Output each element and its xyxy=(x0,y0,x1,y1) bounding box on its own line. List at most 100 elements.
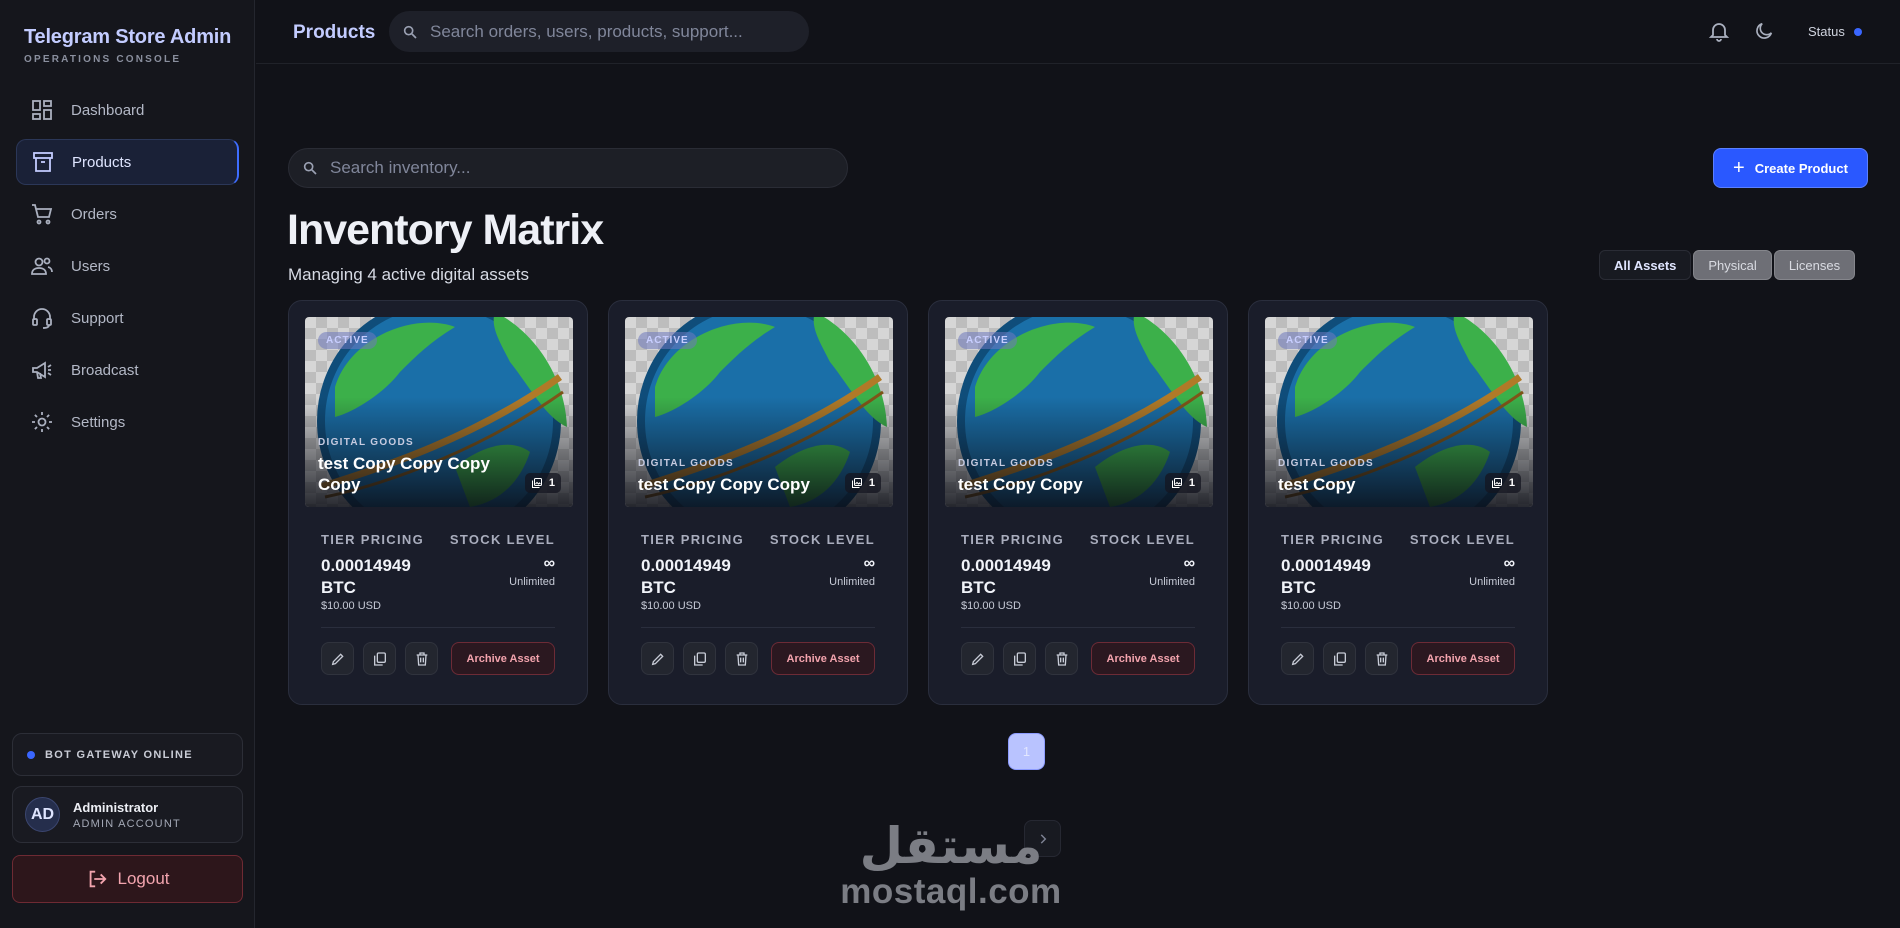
global-search-input[interactable]: Search orders, users, products, support.… xyxy=(389,11,809,52)
status-badge: ACTIVE xyxy=(318,332,377,349)
stock-text: Unlimited xyxy=(1469,576,1515,588)
duplicate-button[interactable] xyxy=(363,642,396,675)
sidebar-item-broadcast[interactable]: Broadcast xyxy=(16,347,239,393)
search-icon xyxy=(403,25,417,39)
copy-icon xyxy=(1333,651,1346,666)
logout-button[interactable]: Logout xyxy=(12,855,243,903)
product-name: test Copy Copy Copy Copy xyxy=(318,454,490,494)
archive-asset-button[interactable]: Archive Asset xyxy=(451,642,555,675)
create-product-button[interactable]: + Create Product xyxy=(1713,148,1868,188)
card-divider xyxy=(961,627,1195,628)
cart-icon xyxy=(32,204,53,225)
copy-icon xyxy=(693,651,706,666)
pencil-icon xyxy=(651,652,664,665)
sidebar-item-orders[interactable]: Orders xyxy=(16,191,239,237)
status-indicator[interactable]: Status xyxy=(1808,24,1862,39)
sidebar-item-support[interactable]: Support xyxy=(16,295,239,341)
product-price-usd: $10.00 USD xyxy=(1281,600,1341,612)
page-number-button[interactable]: 1 xyxy=(1008,733,1045,770)
page-subtitle: Managing 4 active digital assets xyxy=(288,265,529,284)
account-card[interactable]: AD Administrator ADMIN ACCOUNT xyxy=(12,786,243,843)
delete-button[interactable] xyxy=(725,642,758,675)
delete-button[interactable] xyxy=(1045,642,1078,675)
avatar: AD xyxy=(25,797,60,832)
moon-icon[interactable] xyxy=(1753,20,1775,42)
account-name: Administrator xyxy=(73,799,159,815)
images-icon xyxy=(1171,478,1182,488)
image-count-badge: 1 xyxy=(844,473,881,493)
product-image[interactable]: ACTIVE DIGITAL GOODS test Copy Copy 1 xyxy=(945,317,1213,507)
inventory-search-input[interactable]: Search inventory... xyxy=(288,148,848,188)
filter-physical[interactable]: Physical xyxy=(1693,250,1772,280)
page-title: Inventory Matrix xyxy=(287,206,604,254)
product-price: 0.00014949 BTC xyxy=(1281,556,1371,597)
image-count-badge: 1 xyxy=(1484,473,1521,493)
megaphone-icon xyxy=(32,361,52,379)
archive-asset-button[interactable]: Archive Asset xyxy=(771,642,875,675)
bell-icon[interactable] xyxy=(1707,19,1731,43)
pencil-icon xyxy=(331,652,344,665)
product-category: DIGITAL GOODS xyxy=(638,458,734,469)
edit-button[interactable] xyxy=(1281,642,1314,675)
trash-icon xyxy=(1056,651,1067,666)
edit-button[interactable] xyxy=(321,642,354,675)
edit-button[interactable] xyxy=(961,642,994,675)
delete-button[interactable] xyxy=(405,642,438,675)
product-image[interactable]: ACTIVE DIGITAL GOODS test Copy Copy Copy… xyxy=(305,317,573,507)
stock-symbol: ∞ xyxy=(863,555,875,572)
asset-filter-group: All Assets Physical Licenses xyxy=(1599,250,1857,280)
product-grid: ACTIVE DIGITAL GOODS test Copy Copy Copy… xyxy=(288,300,1568,705)
stock-text: Unlimited xyxy=(1149,576,1195,588)
sidebar-item-label: Dashboard xyxy=(71,101,145,119)
product-category: DIGITAL GOODS xyxy=(318,437,414,448)
filter-licenses[interactable]: Licenses xyxy=(1773,250,1856,280)
copy-icon xyxy=(373,651,386,666)
trash-icon xyxy=(416,651,427,666)
stock-symbol: ∞ xyxy=(1183,555,1195,572)
online-dot-icon xyxy=(27,750,35,759)
archive-asset-button[interactable]: Archive Asset xyxy=(1411,642,1515,675)
image-count: 1 xyxy=(548,477,555,489)
card-divider xyxy=(641,627,875,628)
status-badge: ACTIVE xyxy=(958,332,1017,349)
users-icon xyxy=(31,257,53,275)
filter-all-assets[interactable]: All Assets xyxy=(1599,250,1692,280)
duplicate-button[interactable] xyxy=(683,642,716,675)
brand-subtitle: OPERATIONS CONSOLE xyxy=(24,54,182,65)
sidebar-item-dashboard[interactable]: Dashboard xyxy=(16,87,239,133)
sidebar-item-users[interactable]: Users xyxy=(16,243,239,289)
image-count-badge: 1 xyxy=(1164,473,1201,493)
watermark-arabic: مستقل xyxy=(859,817,1043,875)
global-search-placeholder: Search orders, users, products, support.… xyxy=(430,21,743,41)
duplicate-button[interactable] xyxy=(1323,642,1356,675)
copy-icon xyxy=(1013,651,1026,666)
images-icon xyxy=(531,478,542,488)
status-badge: ACTIVE xyxy=(638,332,697,349)
delete-button[interactable] xyxy=(1365,642,1398,675)
sidebar-item-label: Products xyxy=(72,153,132,171)
product-price-usd: $10.00 USD xyxy=(961,600,1021,612)
product-category: DIGITAL GOODS xyxy=(958,458,1054,469)
stock-level-label: STOCK LEVEL xyxy=(1089,532,1195,547)
images-icon xyxy=(1491,478,1502,488)
tier-pricing-label: TIER PRICING xyxy=(321,532,424,547)
duplicate-button[interactable] xyxy=(1003,642,1036,675)
product-image[interactable]: ACTIVE DIGITAL GOODS test Copy 1 xyxy=(1265,317,1533,507)
product-price: 0.00014949 BTC xyxy=(321,556,411,597)
product-price-usd: $10.00 USD xyxy=(321,600,381,612)
sidebar-item-label: Settings xyxy=(71,413,126,431)
gear-icon xyxy=(32,412,52,432)
archive-asset-button[interactable]: Archive Asset xyxy=(1091,642,1195,675)
edit-button[interactable] xyxy=(641,642,674,675)
main-content: Search inventory... + Create Product Inv… xyxy=(256,65,1900,928)
sidebar-item-label: Support xyxy=(71,309,124,327)
gateway-status: BOT GATEWAY ONLINE xyxy=(12,733,243,776)
product-image[interactable]: ACTIVE DIGITAL GOODS test Copy Copy Copy… xyxy=(625,317,893,507)
plus-icon: + xyxy=(1733,157,1745,179)
sidebar-item-label: Orders xyxy=(71,205,117,223)
sidebar-item-settings[interactable]: Settings xyxy=(16,399,239,445)
stock-symbol: ∞ xyxy=(543,555,555,572)
tier-pricing-label: TIER PRICING xyxy=(641,532,744,547)
stock-level-label: STOCK LEVEL xyxy=(769,532,875,547)
sidebar-item-products[interactable]: Products xyxy=(16,139,239,185)
